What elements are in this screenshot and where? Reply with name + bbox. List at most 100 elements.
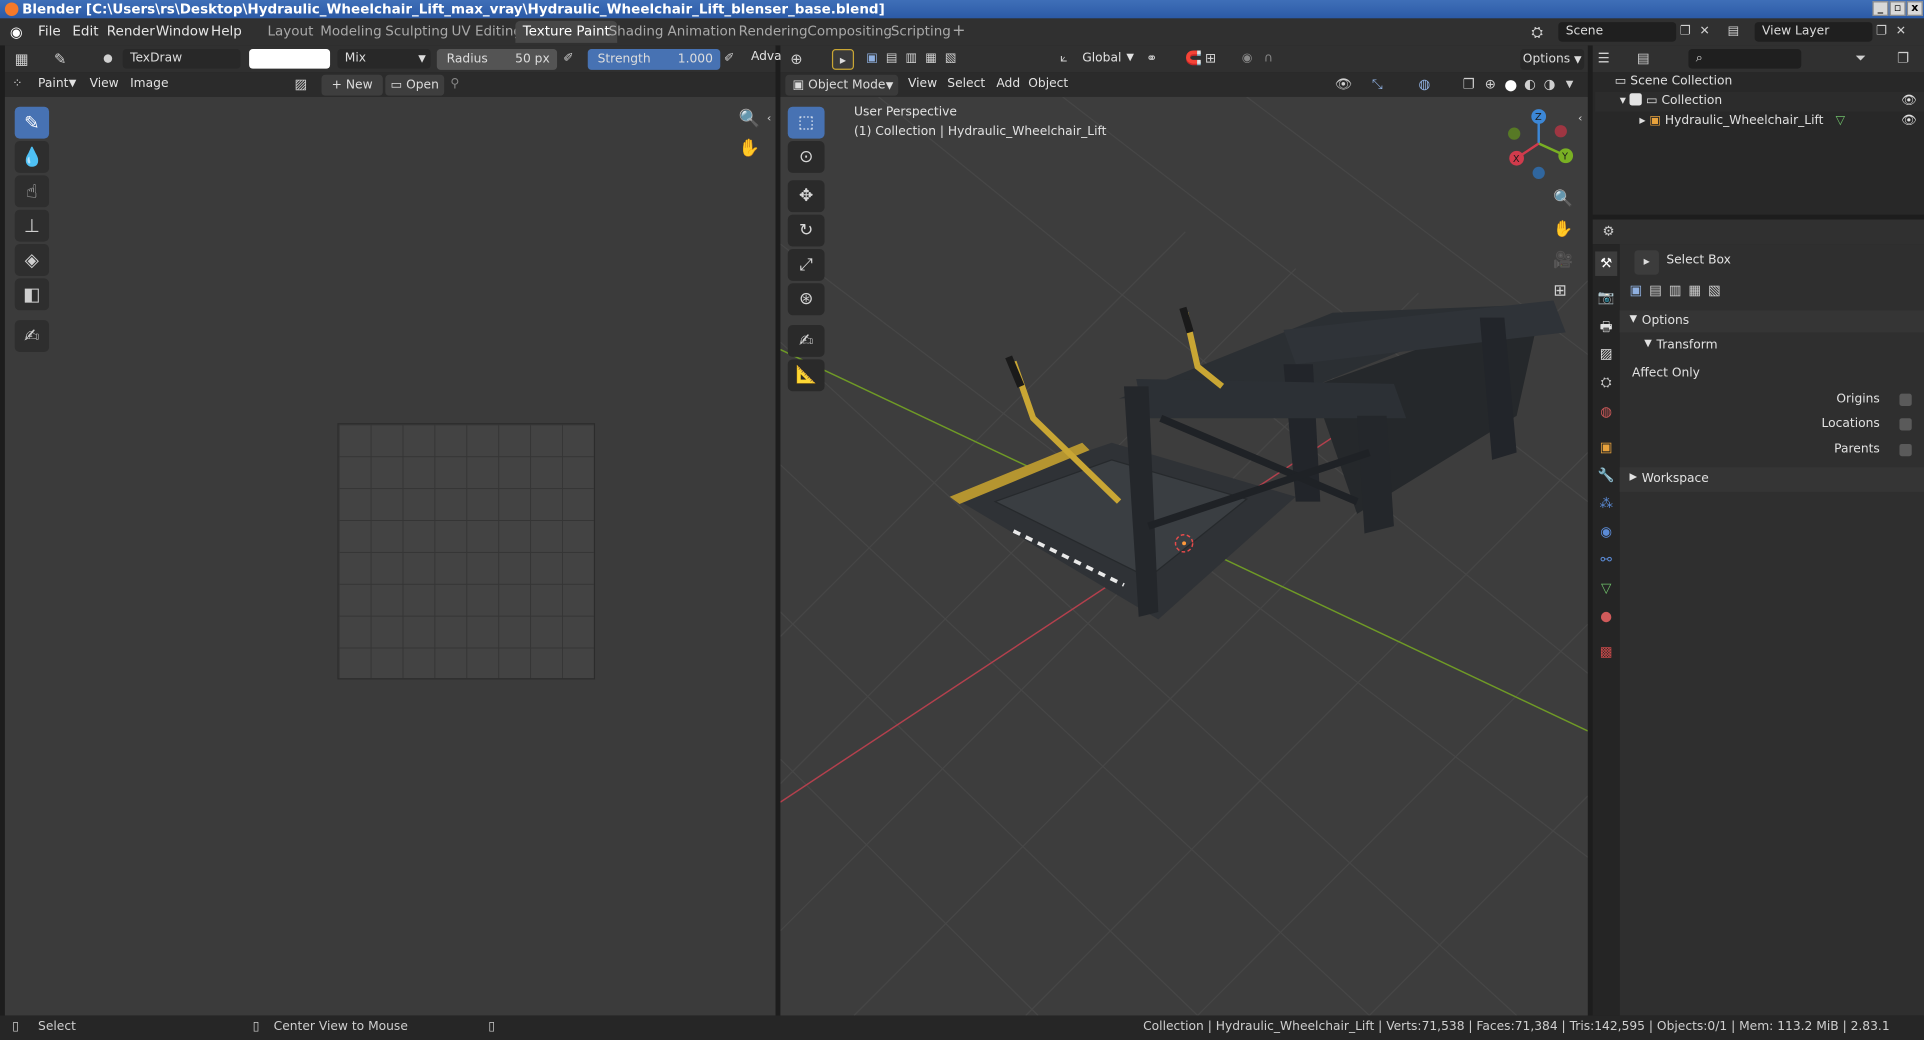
wheelchair-lift-model[interactable]	[949, 300, 1566, 620]
menu-render[interactable]: Render	[107, 23, 155, 39]
overlays-toggle-icon[interactable]: ◍	[1418, 75, 1430, 95]
scene-tab-icon[interactable]: ⛭	[1595, 370, 1617, 395]
radius-slider[interactable]: Radius 50 px	[436, 49, 558, 70]
snap-target-icon[interactable]: ⊞	[1205, 49, 1216, 69]
select-box-tool-button[interactable]: ⬚	[787, 106, 825, 139]
snap-icon[interactable]: 🧲	[1185, 49, 1202, 69]
add-workspace-button[interactable]: +	[945, 21, 973, 43]
menu-window[interactable]: Window	[156, 23, 209, 39]
move-tool-button[interactable]: ✥	[787, 180, 825, 213]
particles-tab-icon[interactable]: ⁂	[1595, 492, 1617, 517]
minimize-button[interactable]: _	[1872, 1, 1889, 16]
brush-icon[interactable]: ✎	[54, 49, 66, 69]
annotate-tool-button[interactable]: ✍	[787, 325, 825, 357]
expand-arrow-icon[interactable]: ▸	[1639, 114, 1649, 127]
copy-view-layer-icon[interactable]: ❐	[1876, 22, 1887, 42]
draw-tool-button[interactable]: ✎	[14, 106, 50, 139]
xray-toggle-icon[interactable]: ❐	[1463, 75, 1475, 95]
expand-arrow-icon[interactable]: ▾	[1620, 94, 1630, 107]
viewport-editor-type-icon[interactable]: ⊕	[790, 49, 802, 69]
tab-layout[interactable]: Layout	[260, 21, 321, 43]
editor-type-icon[interactable]: ▦	[15, 49, 29, 69]
menu-edit[interactable]: Edit	[72, 23, 98, 39]
cursor-tool-button[interactable]: ⊙	[787, 141, 825, 173]
origins-checkbox[interactable]	[1899, 393, 1912, 406]
maximize-button[interactable]: ▫	[1889, 1, 1906, 16]
radius-pressure-icon[interactable]: ✐	[563, 49, 573, 69]
outliner-row-collection[interactable]: ▾ ▭ Collection 👁	[1595, 91, 1924, 112]
physics-tab-icon[interactable]: ◉	[1595, 520, 1617, 545]
view-menu[interactable]: View	[90, 77, 119, 90]
collection-include-checkbox[interactable]	[1629, 93, 1643, 106]
transform-subpanel-header[interactable]: ▼ Transform	[1620, 335, 1924, 357]
constraints-tab-icon[interactable]: ⚯	[1595, 548, 1617, 573]
paint-mode-menu[interactable]: Paint	[38, 77, 68, 90]
strength-slider[interactable]: Strength 1.000	[587, 49, 721, 70]
proportional-edit-icon[interactable]: ◉	[1242, 49, 1253, 69]
menu-file[interactable]: File	[38, 23, 61, 39]
image-editor-canvas[interactable]: ✎ 💧 ☝ ⊥ ◈ ◧ ✍ 🔍 ✋ ‹	[4, 96, 776, 1016]
transform-tool-button[interactable]: ⊛	[787, 283, 825, 316]
eye-icon[interactable]: 👁	[1901, 112, 1917, 132]
advanced-menu[interactable]: Adva	[751, 50, 782, 63]
wireframe-shading-icon[interactable]: ⊕	[1485, 75, 1496, 95]
smear-tool-button[interactable]: ☝	[14, 175, 50, 208]
orientation-select[interactable]: Global	[1082, 52, 1121, 65]
view-layer-field[interactable]: View Layer	[1754, 22, 1873, 42]
solid-shading-icon[interactable]: ●	[1504, 75, 1517, 95]
blender-menu-icon[interactable]: ◉	[10, 22, 23, 42]
gizmo-neg-y[interactable]	[1508, 127, 1521, 140]
viewport-add-menu[interactable]: Add	[996, 77, 1020, 90]
scene-name-field[interactable]: Scene	[1558, 22, 1677, 42]
rotate-tool-button[interactable]: ↻	[787, 214, 825, 247]
options-dropdown[interactable]: Options ▼	[1520, 49, 1585, 70]
material-shading-icon[interactable]: ◐	[1524, 75, 1536, 95]
menu-help[interactable]: Help	[211, 23, 242, 39]
gizmo-toggle-icon[interactable]: ⤡	[1372, 75, 1383, 95]
image-menu[interactable]: Image	[130, 77, 168, 90]
tool-tab-icon[interactable]: ⚒	[1595, 251, 1618, 276]
outliner-row-object[interactable]: ▸ ▣ Hydraulic_Wheelchair_Lift ▽ 👁	[1595, 112, 1924, 132]
soften-tool-button[interactable]: 💧	[14, 141, 50, 173]
fill-tool-button[interactable]: ◈	[14, 244, 50, 276]
workspace-panel-header[interactable]: ▶ Workspace	[1619, 467, 1924, 492]
material-tab-icon[interactable]: ●	[1595, 605, 1617, 630]
viewport-view-menu[interactable]: View	[908, 77, 937, 90]
delete-view-layer-icon[interactable]: ✕	[1896, 22, 1906, 42]
select-mode-extend-icon[interactable]: ▤	[886, 49, 898, 69]
object-tab-icon[interactable]: ▣	[1595, 435, 1617, 460]
texture-tab-icon[interactable]: ▩	[1595, 640, 1617, 665]
visibility-icon[interactable]: 👁	[1335, 75, 1352, 95]
close-button[interactable]: x	[1906, 1, 1923, 16]
image-browse-icon[interactable]: ▨	[294, 75, 307, 95]
blend-mode-select[interactable]: Mix ▼	[337, 49, 431, 69]
mask-tool-button[interactable]: ◧	[14, 278, 50, 311]
viewport-zoom-icon[interactable]: 🔍	[1553, 190, 1573, 210]
eye-icon[interactable]: 👁	[1901, 92, 1917, 112]
sidebar-toggle-icon[interactable]: ‹	[1578, 109, 1582, 129]
options-panel-header[interactable]: ▼ Options	[1619, 310, 1924, 333]
mode-subtract-icon[interactable]: ▥	[1669, 281, 1682, 301]
zoom-icon[interactable]: 🔍	[739, 109, 760, 129]
display-mode-icon[interactable]: ▤	[1637, 49, 1650, 69]
paint-color-swatch[interactable]	[249, 49, 331, 69]
clone-tool-button[interactable]: ⊥	[14, 209, 50, 242]
camera-view-icon[interactable]: 🎥	[1553, 251, 1573, 271]
mode-extend-icon[interactable]: ▤	[1649, 281, 1662, 301]
viewport-object-menu[interactable]: Object	[1028, 77, 1068, 90]
select-mode-invert-icon[interactable]: ▦	[925, 49, 937, 69]
outliner-editor-type-icon[interactable]: ☰	[1598, 49, 1610, 69]
sidebar-toggle-icon[interactable]: ‹	[767, 109, 771, 129]
select-mode-subtract-icon[interactable]: ▥	[906, 49, 918, 69]
gizmo-neg-z[interactable]	[1532, 166, 1545, 180]
rendered-shading-icon[interactable]: ◑	[1544, 75, 1556, 95]
parents-checkbox[interactable]	[1899, 443, 1912, 457]
pin-icon[interactable]: ⚲	[450, 75, 459, 95]
pivot-point-icon[interactable]: ⚭	[1146, 49, 1157, 69]
select-tool-icon[interactable]: ▸	[831, 49, 855, 70]
falloff-icon[interactable]: ∩	[1264, 49, 1273, 69]
copy-scene-icon[interactable]: ❐	[1680, 22, 1691, 42]
delete-scene-icon[interactable]: ✕	[1699, 22, 1709, 42]
viewport-pan-icon[interactable]: ✋	[1553, 221, 1573, 241]
ortho-toggle-icon[interactable]: ⊞	[1553, 282, 1566, 302]
